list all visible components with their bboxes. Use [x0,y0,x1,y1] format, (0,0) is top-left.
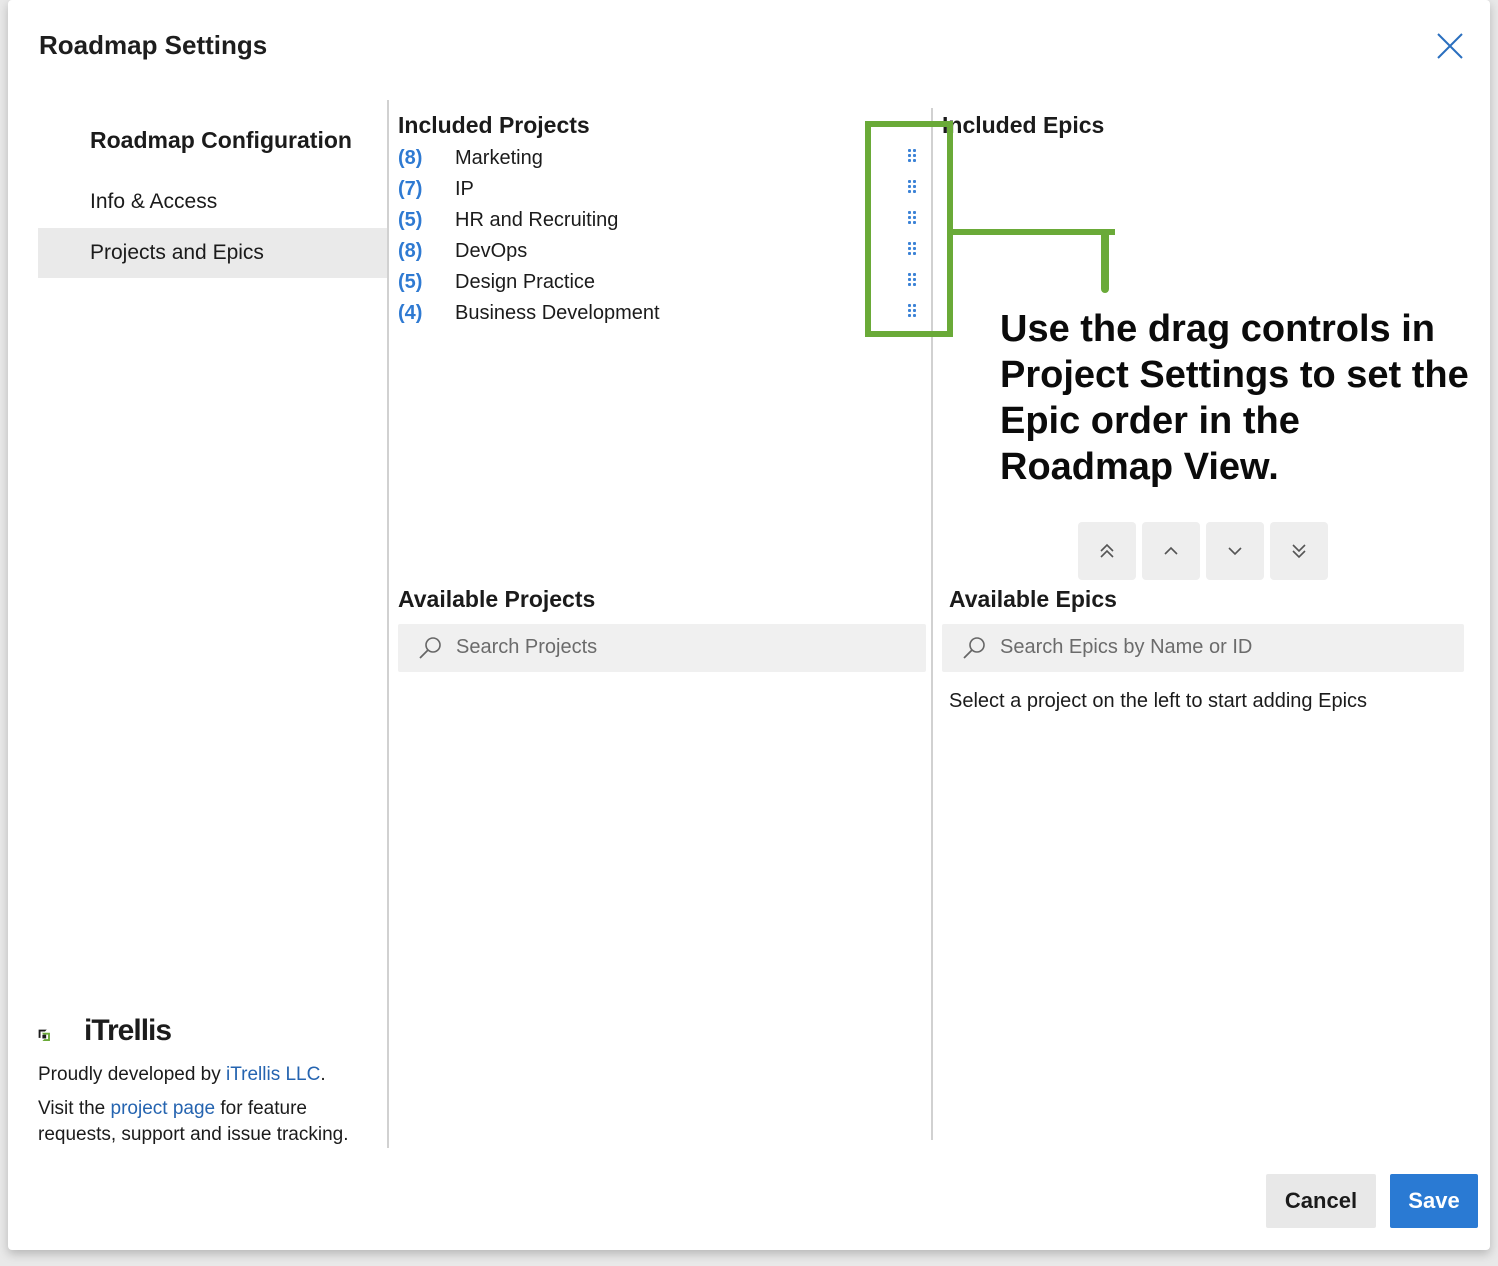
branding-text: Proudly developed by [38,1064,227,1085]
branding-text: . [320,1064,326,1085]
included-project-row[interactable]: (8) DevOps [398,238,928,269]
project-name: IP [455,178,474,200]
project-name: Business Development [455,302,660,324]
included-project-row[interactable]: (8) Marketing [398,145,928,176]
move-up-icon [1164,546,1178,555]
close-icon[interactable] [1434,30,1466,62]
project-epic-count: (7) [398,178,423,200]
included-project-row[interactable]: (7) IP [398,176,928,207]
roadmap-settings-dialog: Roadmap Settings Roadmap Configuration I… [8,0,1490,1250]
itrellis-llc-link[interactable]: iTrellis LLC [226,1064,320,1085]
nav-item-projects-and-epics[interactable]: Projects and Epics [38,228,388,278]
search-epics-input[interactable]: Search Epics by Name or ID [942,624,1464,672]
project-name: DevOps [455,240,528,262]
branding-line-1: Proudly developed by iTrellis LLC. [38,1062,378,1088]
search-projects-input[interactable]: Search Projects [398,624,926,672]
move-down-icon [1228,547,1242,556]
project-name: Marketing [455,147,543,169]
move-to-bottom-button[interactable] [1270,522,1328,580]
annotation-highlight-box [865,121,953,337]
dialog-title: Roadmap Settings [39,30,268,60]
included-projects-title: Included Projects [398,112,590,138]
itrellis-logo [38,1029,50,1041]
project-epic-count: (8) [398,147,423,169]
included-epics-title: Included Epics [942,112,1105,138]
search-placeholder: Search Projects [456,636,598,658]
included-project-row[interactable]: (4) Business Development [398,300,928,331]
search-placeholder: Search Epics by Name or ID [1000,636,1253,658]
search-icon [963,637,985,659]
move-to-top-icon [1100,543,1114,558]
move-up-button[interactable] [1142,522,1200,580]
move-down-button[interactable] [1206,522,1264,580]
available-projects-title: Available Projects [398,586,596,612]
move-to-bottom-icon [1292,544,1306,559]
annotation-text: Use the drag controls in Project Setting… [1000,308,1469,488]
included-project-row[interactable]: (5) Design Practice [398,269,928,300]
nav-item-info-access[interactable]: Info & Access [38,177,388,227]
left-divider [387,100,389,1148]
branding-text: Visit the [38,1098,111,1119]
included-project-row[interactable]: (5) HR and Recruiting [398,207,928,238]
project-name: HR and Recruiting [455,209,619,231]
project-epic-count: (8) [398,240,423,262]
nav-item-label: Projects and Epics [90,241,264,264]
project-epic-count: (5) [398,271,423,293]
branding-line-2: Visit the project page for feature reque… [38,1096,368,1148]
move-to-top-button[interactable] [1078,522,1136,580]
nav-heading: Roadmap Configuration [90,127,352,153]
available-epics-title: Available Epics [949,586,1117,612]
included-projects-list: (8) Marketing (7) IP (5) HR and Recruiting (8)… [398,145,928,331]
itrellis-logo-text: iTrellis [84,1014,172,1047]
save-button[interactable]: Save [1390,1174,1478,1228]
project-name: Design Practice [455,271,596,293]
annotation-connector-end [1101,229,1109,293]
epics-empty-hint: Select a project on the left to start ad… [949,690,1368,712]
annotation-connector [953,229,1115,235]
search-icon [419,637,441,659]
project-page-link[interactable]: project page [111,1098,216,1119]
cancel-button[interactable]: Cancel [1266,1174,1376,1228]
project-epic-count: (4) [398,302,423,324]
nav-item-label: Info & Access [90,190,218,213]
project-epic-count: (5) [398,209,423,231]
